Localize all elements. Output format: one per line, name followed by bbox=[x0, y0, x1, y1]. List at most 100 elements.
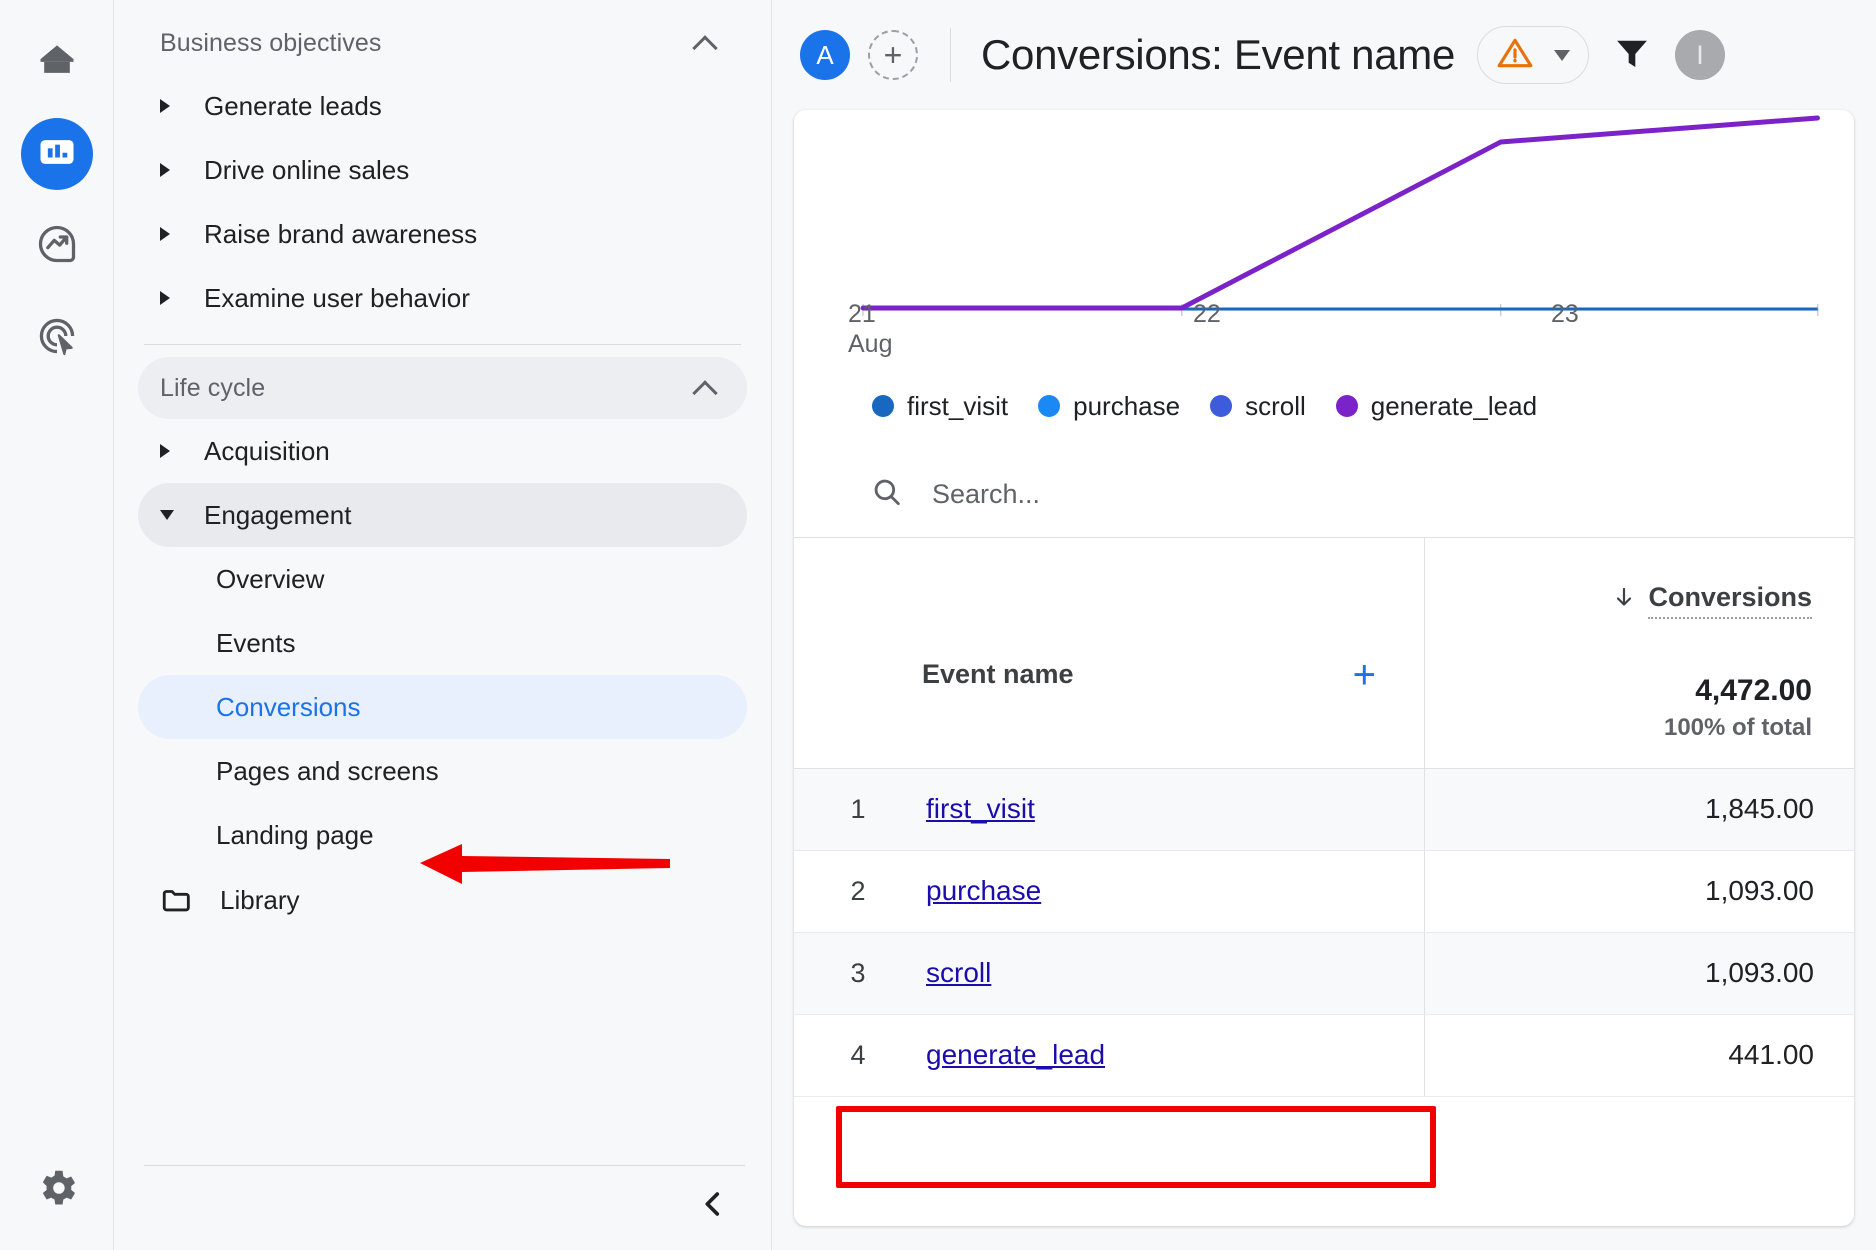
data-warning-chip[interactable] bbox=[1477, 26, 1589, 84]
row-index: 3 bbox=[794, 932, 922, 1014]
row-event-name: purchase bbox=[922, 850, 1424, 932]
analytics-app: Business objectives Generate leads Drive… bbox=[0, 0, 1876, 1250]
left-navigation: Business objectives Generate leads Drive… bbox=[114, 0, 772, 1250]
event-name-link[interactable]: generate_lead bbox=[926, 1039, 1105, 1070]
sidebar-item-label: Drive online sales bbox=[204, 155, 409, 186]
legend-item-first-visit[interactable]: first_visit bbox=[872, 391, 1008, 422]
sidebar-item-landing-page[interactable]: Landing page bbox=[138, 803, 747, 867]
rail-item-advertising[interactable] bbox=[21, 302, 93, 374]
sidebar-item-label: Library bbox=[220, 885, 299, 916]
chevron-up-icon[interactable] bbox=[693, 30, 719, 56]
nav-section-business-objectives[interactable]: Business objectives bbox=[138, 12, 747, 74]
sidebar-item-label: Examine user behavior bbox=[204, 283, 470, 314]
row-index: 1 bbox=[794, 768, 922, 850]
legend-item-purchase[interactable]: purchase bbox=[1038, 391, 1180, 422]
x-axis-unit-label: Aug bbox=[848, 330, 892, 359]
folder-icon bbox=[160, 883, 194, 917]
sidebar-item-label: Raise brand awareness bbox=[204, 219, 477, 250]
table-search-row bbox=[794, 452, 1854, 538]
sidebar-item-library[interactable]: Library bbox=[138, 867, 747, 933]
chart-legend: first_visit purchase scroll generate_lea… bbox=[794, 368, 1854, 434]
table-row[interactable]: 3 scroll 1,093.00 bbox=[794, 932, 1854, 1014]
column-label: Conversions bbox=[1648, 582, 1812, 619]
chevron-right-icon bbox=[160, 291, 204, 305]
chevron-up-icon[interactable] bbox=[693, 375, 719, 401]
page-title: Conversions: Event name bbox=[981, 31, 1455, 79]
search-icon bbox=[870, 475, 904, 514]
gear-icon bbox=[34, 1165, 80, 1216]
table-row[interactable]: 1 first_visit 1,845.00 bbox=[794, 768, 1854, 850]
rail-item-explore[interactable] bbox=[21, 210, 93, 282]
table-row[interactable]: 4 generate_lead 441.00 bbox=[794, 1014, 1854, 1096]
total-conversions-value: 4,472.00 bbox=[1664, 674, 1812, 708]
sidebar-item-pages-and-screens[interactable]: Pages and screens bbox=[138, 739, 747, 803]
row-conversions: 1,093.00 bbox=[1424, 850, 1854, 932]
table-row[interactable]: 2 purchase 1,093.00 bbox=[794, 850, 1854, 932]
legend-item-scroll[interactable]: scroll bbox=[1210, 391, 1306, 422]
sidebar-subitem-label: Landing page bbox=[216, 820, 374, 851]
arrow-down-icon bbox=[1612, 584, 1636, 617]
sidebar-item-examine-user-behavior[interactable]: Examine user behavior bbox=[138, 266, 747, 330]
nav-section-life-cycle[interactable]: Life cycle bbox=[138, 357, 747, 419]
chevron-right-icon bbox=[160, 444, 204, 458]
event-name-link[interactable]: purchase bbox=[926, 875, 1041, 906]
sort-conversions-button[interactable]: Conversions bbox=[1612, 582, 1812, 619]
row-event-name: scroll bbox=[922, 932, 1424, 1014]
rail-item-home[interactable] bbox=[21, 26, 93, 98]
comparison-avatar[interactable]: A bbox=[800, 30, 850, 80]
sidebar-item-engagement[interactable]: Engagement bbox=[138, 483, 747, 547]
chart-svg bbox=[854, 110, 1824, 368]
event-name-link[interactable]: scroll bbox=[926, 957, 991, 988]
advertising-target-icon bbox=[35, 314, 79, 363]
add-dimension-button[interactable]: + bbox=[1353, 655, 1376, 695]
user-badge[interactable]: I bbox=[1675, 30, 1725, 80]
row-conversions: 1,093.00 bbox=[1424, 932, 1854, 1014]
header-actions: I bbox=[1611, 30, 1725, 80]
rail-item-admin[interactable] bbox=[25, 1158, 89, 1222]
legend-item-generate-lead[interactable]: generate_lead bbox=[1336, 391, 1537, 422]
sidebar-item-events[interactable]: Events bbox=[138, 611, 747, 675]
nav-bottom-divider bbox=[144, 1165, 745, 1166]
sidebar-item-conversions[interactable]: Conversions bbox=[138, 675, 747, 739]
table-header-index bbox=[794, 538, 922, 768]
legend-color-swatch bbox=[1210, 395, 1232, 417]
collapse-navigation-button[interactable] bbox=[685, 1178, 741, 1234]
sidebar-item-label: Acquisition bbox=[204, 436, 330, 467]
search-input[interactable] bbox=[930, 478, 1350, 511]
nav-divider bbox=[144, 344, 741, 345]
chevron-right-icon bbox=[160, 99, 204, 113]
table-header-conversions: Conversions 4,472.00 100% of total bbox=[1424, 538, 1854, 768]
column-label: Event name bbox=[922, 659, 1074, 690]
row-conversions: 1,845.00 bbox=[1424, 768, 1854, 850]
legend-color-swatch bbox=[872, 395, 894, 417]
add-comparison-button[interactable]: + bbox=[868, 30, 918, 80]
sidebar-item-label: Generate leads bbox=[204, 91, 382, 122]
legend-label: first_visit bbox=[907, 391, 1008, 422]
legend-color-swatch bbox=[1038, 395, 1060, 417]
sidebar-subitem-label: Overview bbox=[216, 564, 324, 595]
x-tick-label: 23 bbox=[1551, 300, 1579, 329]
legend-label: generate_lead bbox=[1371, 391, 1537, 422]
sidebar-item-overview[interactable]: Overview bbox=[138, 547, 747, 611]
main-content: A + Conversions: Event name bbox=[772, 0, 1876, 1250]
legend-color-swatch bbox=[1336, 395, 1358, 417]
sidebar-item-raise-brand-awareness[interactable]: Raise brand awareness bbox=[138, 202, 747, 266]
total-conversions-subtext: 100% of total bbox=[1664, 714, 1812, 742]
conversions-table: Event name + bbox=[794, 538, 1854, 1097]
warning-triangle-icon bbox=[1496, 34, 1534, 77]
nav-section-title: Life cycle bbox=[160, 374, 693, 403]
chevron-down-icon[interactable] bbox=[1554, 50, 1570, 61]
rail-item-reports[interactable] bbox=[21, 118, 93, 190]
home-icon bbox=[35, 38, 79, 87]
x-tick-label: 21 bbox=[848, 300, 876, 329]
plus-circle-icon: + bbox=[884, 39, 903, 71]
event-name-link[interactable]: first_visit bbox=[926, 793, 1035, 824]
sidebar-item-acquisition[interactable]: Acquisition bbox=[138, 419, 747, 483]
sidebar-item-drive-online-sales[interactable]: Drive online sales bbox=[138, 138, 747, 202]
row-conversions: 441.00 bbox=[1424, 1014, 1854, 1096]
sidebar-item-label: Engagement bbox=[204, 500, 351, 531]
row-index: 4 bbox=[794, 1014, 922, 1096]
report-header: A + Conversions: Event name bbox=[772, 0, 1876, 110]
filter-funnel-icon[interactable] bbox=[1611, 32, 1653, 79]
sidebar-item-generate-leads[interactable]: Generate leads bbox=[138, 74, 747, 138]
